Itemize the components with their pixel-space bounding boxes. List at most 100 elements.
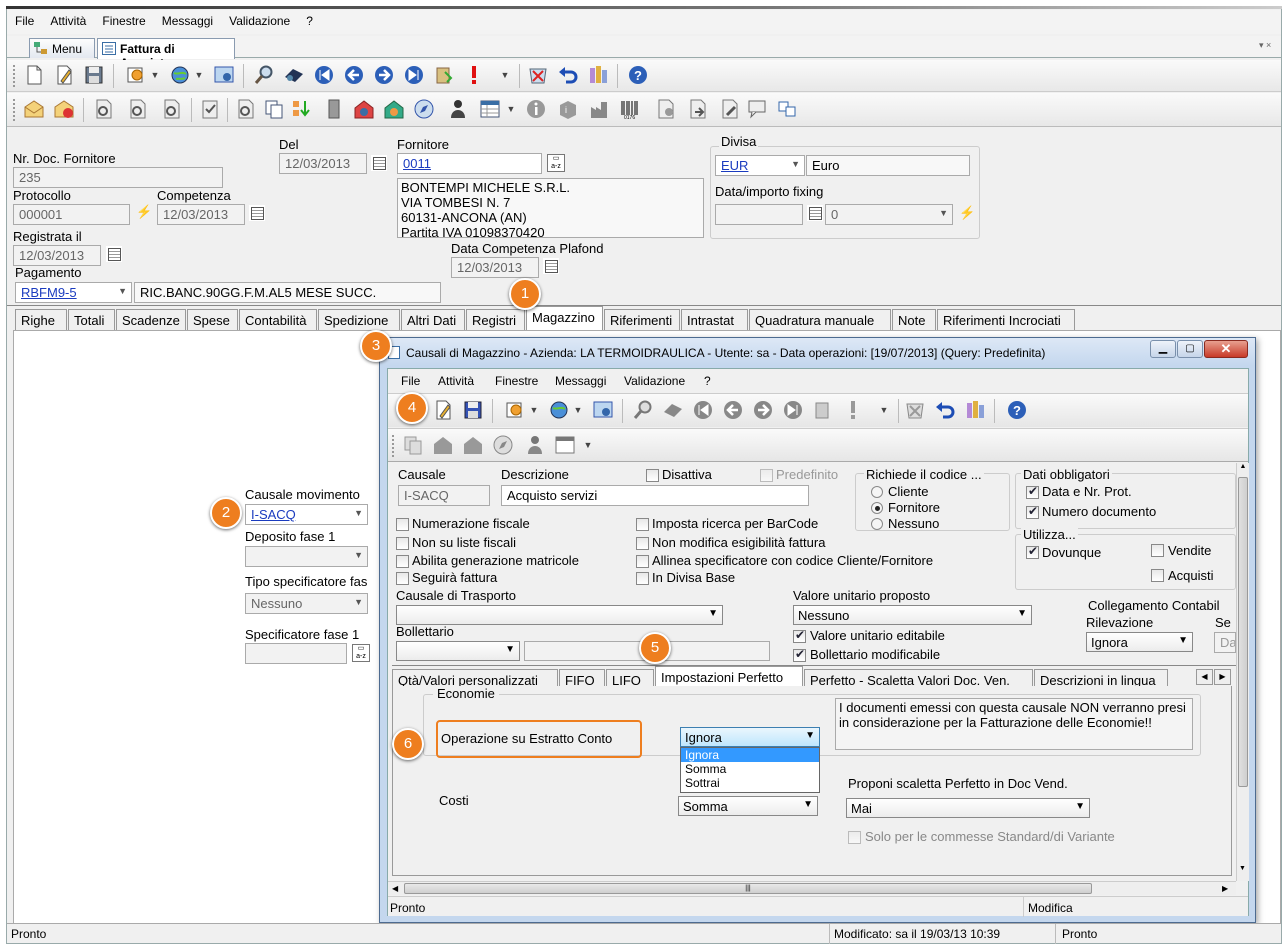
new-document-icon[interactable] (23, 64, 45, 86)
dlg-save-icon[interactable] (462, 399, 484, 421)
globe-dropdown-icon[interactable]: ▼ (191, 66, 207, 85)
esigibilita-checkbox[interactable] (636, 537, 649, 550)
specificatore-lookup-icon[interactable]: ▭ a-z (352, 644, 370, 662)
non-su-liste-checkbox[interactable] (396, 537, 409, 550)
mail-send-icon[interactable] (53, 98, 75, 120)
doc-search-1-icon[interactable] (93, 98, 115, 120)
dlg-menu-help[interactable]: ? (704, 374, 711, 388)
menu-file[interactable]: File (7, 10, 42, 28)
tabs-scroll-left-icon[interactable]: ◀ (1196, 669, 1213, 685)
tipo-specificatore-field[interactable]: Nessuno ▼ (245, 593, 368, 614)
factory-icon[interactable] (589, 98, 611, 120)
dlg-last-icon[interactable] (782, 399, 804, 421)
link-icon[interactable] (777, 98, 799, 120)
search-icon[interactable] (253, 64, 275, 86)
fornitore-code-link[interactable]: 0011 (403, 156, 431, 171)
tab-spese[interactable]: Spese (187, 309, 238, 330)
dlg-globe-icon[interactable] (548, 399, 570, 421)
dlg-menu-validazione[interactable]: Validazione (624, 374, 685, 388)
delete-icon[interactable] (527, 64, 549, 86)
tab-righe[interactable]: Righe (15, 309, 67, 330)
close-button[interactable]: ✕ (1204, 340, 1248, 358)
valore-editabile-checkbox[interactable] (793, 628, 806, 643)
vscroll-up-icon[interactable]: ▲ (1237, 463, 1249, 470)
fixing-dropdown-icon[interactable]: ▼ (939, 208, 948, 218)
doc-arrow-icon[interactable] (687, 98, 709, 120)
pagamento-dropdown-icon[interactable]: ▼ (118, 286, 127, 296)
solo-commesse-checkbox[interactable] (848, 831, 861, 844)
competenza-field[interactable]: 12/03/2013 (157, 204, 245, 225)
deposito-field[interactable]: ▼ (245, 546, 368, 567)
seguira-fattura-checkbox[interactable] (396, 572, 409, 585)
doc-edit-icon[interactable] (719, 98, 741, 120)
dlg-menu-attivita[interactable]: Attività (438, 374, 474, 388)
fornitore-lookup-icon[interactable]: ▭ a-z (547, 154, 565, 172)
grid-icon[interactable] (479, 98, 501, 120)
globe-icon[interactable] (169, 64, 191, 86)
divisa-code-field[interactable]: EUR ▼ (715, 155, 805, 176)
tab-riferimenti-incrociati[interactable]: Riferimenti Incrociati (937, 309, 1075, 330)
dlg-grid-icon[interactable] (554, 434, 576, 456)
tab-registri[interactable]: Registri (466, 309, 525, 330)
dlg-descrizione-field[interactable]: Acquisto servizi (501, 485, 809, 506)
compass-icon[interactable] (413, 98, 435, 120)
first-record-icon[interactable] (313, 64, 335, 86)
tabs-scroll-right-icon[interactable]: ▶ (1214, 669, 1231, 685)
dlg-search-icon[interactable] (632, 399, 654, 421)
dovunque-checkbox[interactable] (1026, 544, 1039, 559)
binoculars-icon[interactable] (283, 64, 305, 86)
copy-icon[interactable] (263, 98, 285, 120)
tab-scadenze[interactable]: Scadenze (116, 309, 186, 330)
settings-dropdown-icon[interactable]: ▼ (147, 66, 163, 85)
dlg-warehouse-icon[interactable] (432, 434, 454, 456)
competenza-calendar-icon[interactable] (249, 205, 265, 221)
doc-find-icon[interactable] (235, 98, 257, 120)
ledger-icon[interactable] (323, 98, 345, 120)
menu-help[interactable]: ? (298, 10, 321, 28)
import-icon[interactable] (291, 98, 313, 120)
dlg-clipboard-icon[interactable] (812, 399, 834, 421)
radio-fornitore[interactable] (871, 502, 883, 514)
hscroll-right-icon[interactable]: ▶ (1222, 884, 1228, 893)
filter-icon[interactable] (587, 64, 609, 86)
undo-icon[interactable] (557, 64, 579, 86)
radio-nessuno[interactable] (871, 518, 883, 530)
predefinito-checkbox[interactable] (760, 469, 773, 482)
tab-note[interactable]: Note (892, 309, 936, 330)
disattiva-checkbox[interactable] (646, 469, 659, 482)
barcode-icon[interactable]: 0176 (619, 98, 641, 120)
tab-quadratura[interactable]: Quadratura manuale (749, 309, 891, 330)
edit-document-icon[interactable] (53, 64, 75, 86)
causale-dropdown-icon[interactable]: ▼ (354, 508, 363, 518)
fixing-amount-field[interactable]: 0 ▼ (825, 204, 953, 225)
dlg-menu-file[interactable]: File (401, 374, 420, 388)
save-icon[interactable] (83, 64, 105, 86)
tabstrip-menu-icon[interactable]: ▾ × (1259, 40, 1271, 51)
info-box-icon[interactable]: i (557, 98, 579, 120)
plafond-field[interactable]: 12/03/2013 (451, 257, 539, 278)
dlg-compass-icon[interactable] (492, 434, 514, 456)
causale-trasporto-select[interactable]: ▼ (396, 605, 723, 625)
pagamento-code-field[interactable]: RBFM9-5 ▼ (15, 282, 132, 303)
next-record-icon[interactable] (373, 64, 395, 86)
deposito-dropdown-icon[interactable]: ▼ (354, 550, 363, 560)
hscroll-left-icon[interactable]: ◀ (392, 884, 398, 893)
user-icon[interactable] (447, 98, 469, 120)
divisa-dropdown-icon[interactable]: ▼ (791, 159, 800, 169)
hscroll-thumb[interactable]: ||| (404, 883, 1092, 894)
menu-messaggi[interactable]: Messaggi (154, 10, 221, 28)
data-nr-prot-checkbox[interactable] (1026, 484, 1039, 499)
abilita-matricole-checkbox[interactable] (396, 555, 409, 568)
del-field[interactable]: 12/03/2013 (279, 153, 367, 174)
numero-documento-checkbox[interactable] (1026, 504, 1039, 519)
dlg-configure-icon[interactable] (592, 399, 614, 421)
dlg-copy-icon[interactable] (402, 434, 424, 456)
tab-magazzino[interactable]: Magazzino (526, 306, 603, 330)
option-sottrai[interactable]: Sottrai (681, 776, 819, 790)
dialog-vscrollbar[interactable]: ▲ ▼ (1236, 463, 1249, 881)
proponi-select[interactable]: Mai ▼ (846, 798, 1090, 818)
tab-fattura-acquisto[interactable]: Fattura di Acquisto (97, 38, 235, 70)
dlg-next-icon[interactable] (752, 399, 774, 421)
maximize-button[interactable]: ▢ (1177, 340, 1203, 358)
menu-finestre[interactable]: Finestre (94, 10, 153, 28)
